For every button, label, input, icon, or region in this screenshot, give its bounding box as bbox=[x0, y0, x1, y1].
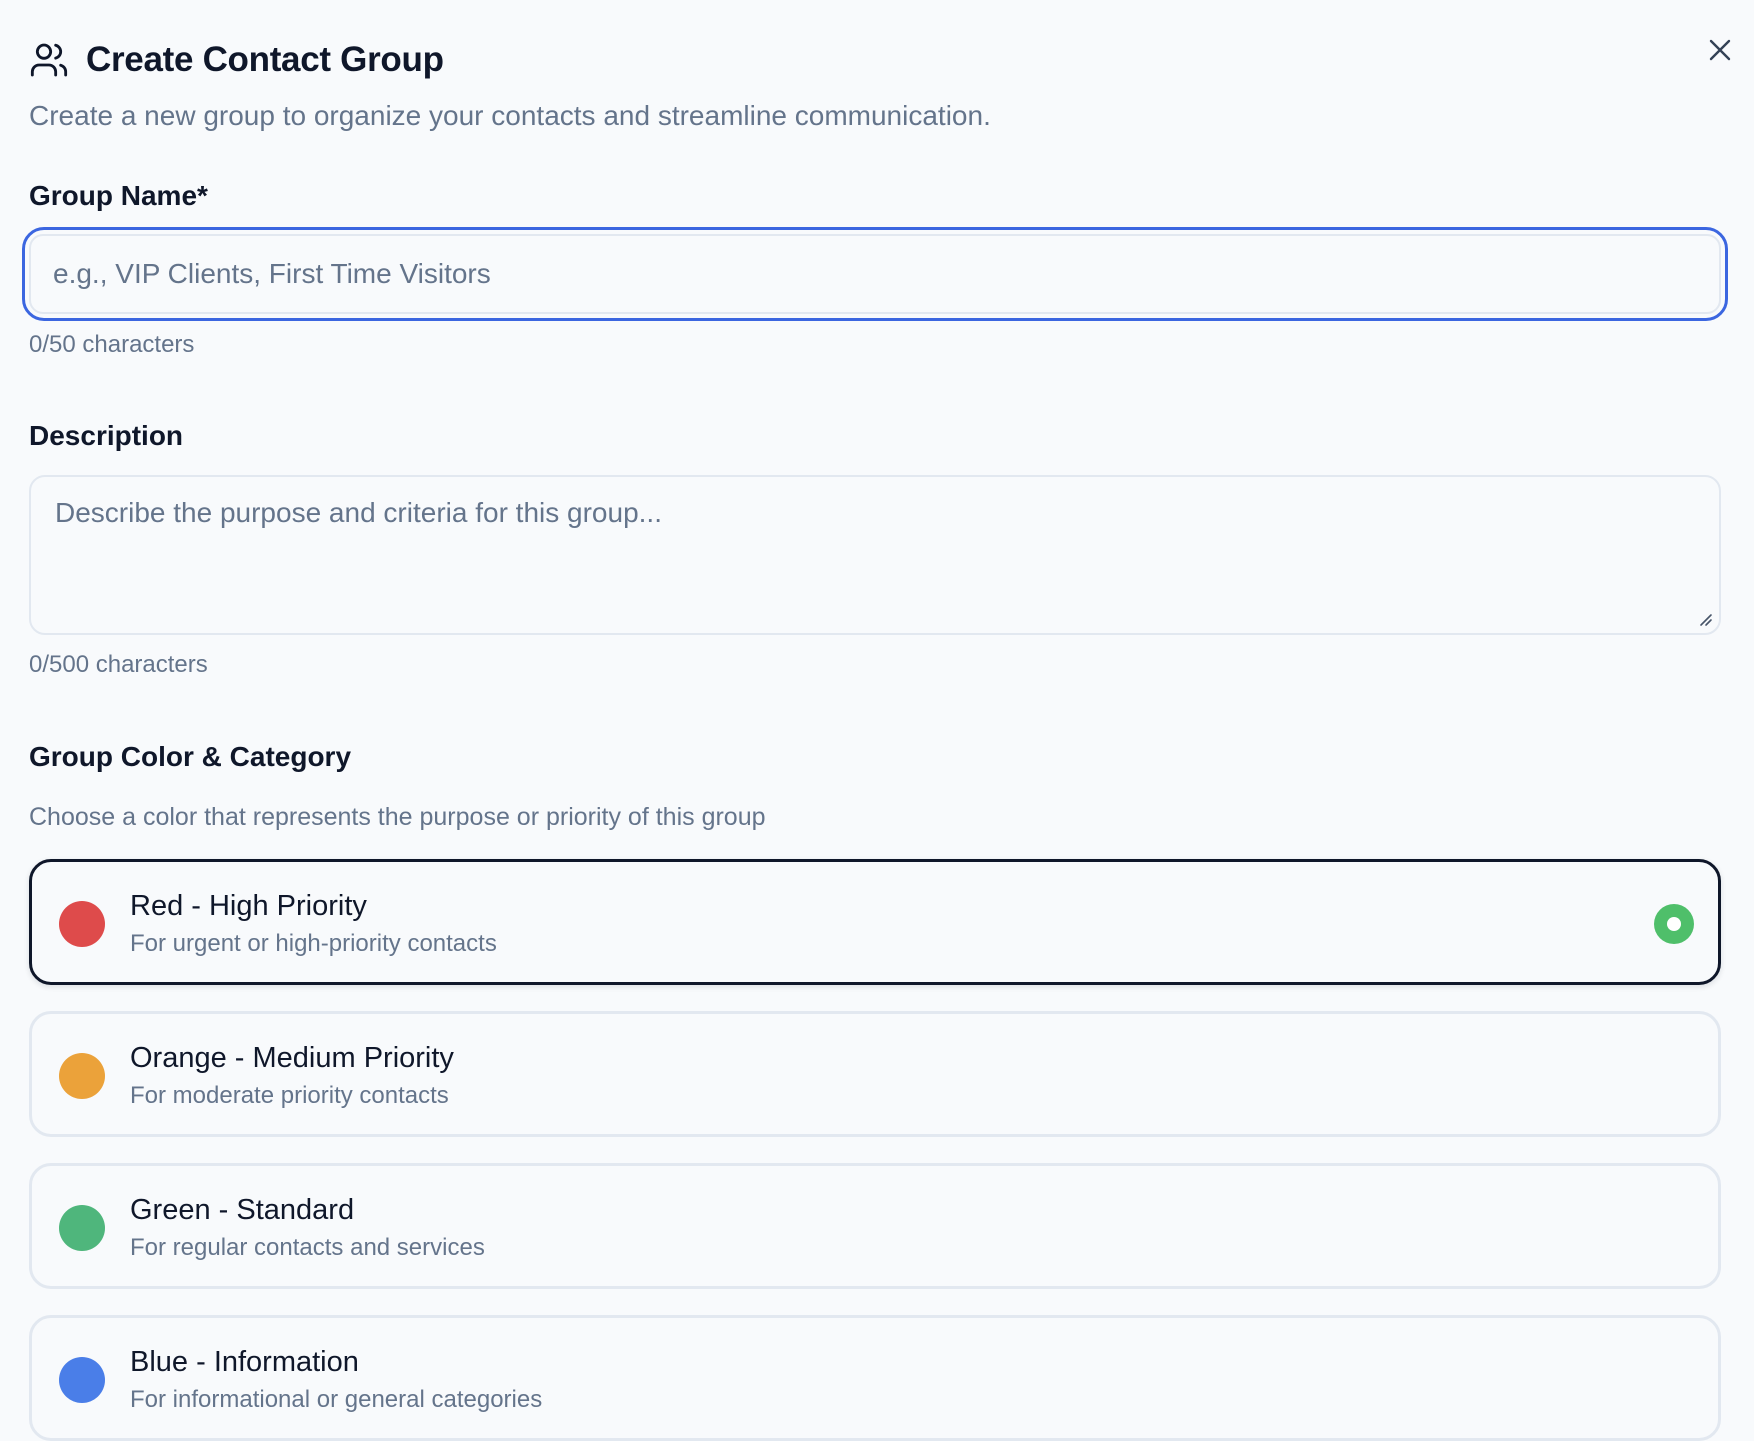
dialog-header: Create Contact Group bbox=[29, 40, 444, 80]
group-name-input[interactable] bbox=[29, 234, 1721, 314]
close-button[interactable] bbox=[1700, 30, 1740, 70]
description-textarea[interactable] bbox=[29, 475, 1721, 635]
color-category-label: Group Color & Category bbox=[29, 741, 352, 772]
color-swatch bbox=[59, 1205, 105, 1251]
color-swatch bbox=[59, 901, 105, 947]
color-swatch bbox=[59, 1357, 105, 1403]
color-option-red[interactable]: Red - High Priority For urgent or high-p… bbox=[29, 859, 1721, 985]
radio-dot-icon bbox=[1667, 917, 1681, 931]
group-name-field-wrapper bbox=[22, 227, 1728, 321]
color-option-description: For regular contacts and services bbox=[130, 1234, 485, 1261]
color-option-title: Orange - Medium Priority bbox=[130, 1042, 454, 1074]
create-contact-group-dialog: Create Contact Group Create a new group … bbox=[0, 0, 1754, 1441]
color-option-title: Blue - Information bbox=[130, 1346, 359, 1378]
close-icon bbox=[1709, 39, 1731, 61]
description-label: Description bbox=[29, 420, 184, 451]
users-icon bbox=[29, 40, 69, 80]
dialog-subtitle: Create a new group to organize your cont… bbox=[29, 100, 991, 131]
group-name-label: Group Name* bbox=[29, 180, 208, 211]
color-swatch bbox=[59, 1053, 105, 1099]
color-option-title: Red - High Priority bbox=[130, 890, 367, 922]
description-field-wrapper bbox=[29, 475, 1721, 635]
selected-radio-indicator[interactable] bbox=[1654, 904, 1694, 944]
description-char-counter: 0/500 characters bbox=[29, 651, 208, 678]
color-option-description: For informational or general categories bbox=[130, 1386, 543, 1413]
color-option-description: For moderate priority contacts bbox=[130, 1082, 449, 1109]
color-option-description: For urgent or high-priority contacts bbox=[130, 930, 497, 957]
dialog-title: Create Contact Group bbox=[86, 40, 444, 79]
color-option-blue[interactable]: Blue - Information For informational or … bbox=[29, 1315, 1721, 1441]
group-name-char-counter: 0/50 characters bbox=[29, 331, 195, 358]
color-option-title: Green - Standard bbox=[130, 1194, 355, 1226]
color-option-green[interactable]: Green - Standard For regular contacts an… bbox=[29, 1163, 1721, 1289]
resize-handle-icon[interactable] bbox=[1695, 609, 1713, 627]
color-option-orange[interactable]: Orange - Medium Priority For moderate pr… bbox=[29, 1011, 1721, 1137]
color-category-hint: Choose a color that represents the purpo… bbox=[29, 803, 766, 831]
